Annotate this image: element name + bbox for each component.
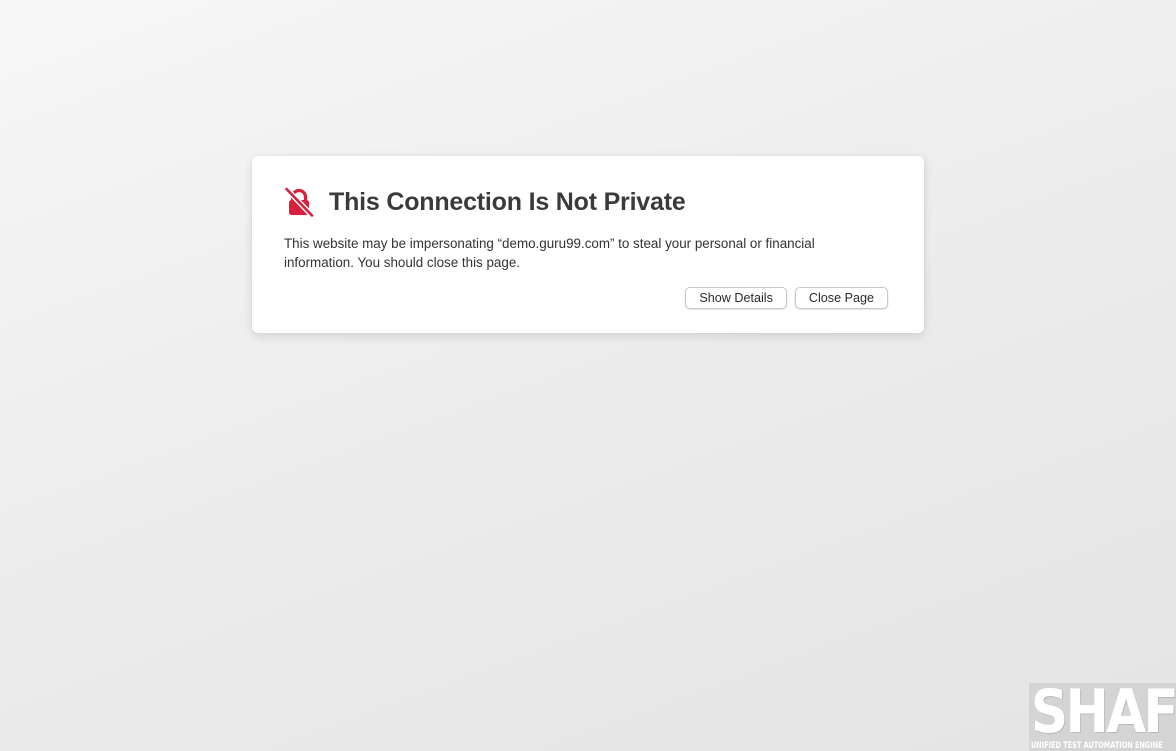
watermark-logo-text: SHAFT	[1031, 683, 1176, 747]
dialog-message: This website may be impersonating “demo.…	[284, 236, 815, 270]
dialog-title: This Connection Is Not Private	[329, 187, 686, 216]
dialog-header: This Connection Is Not Private	[283, 186, 686, 219]
show-details-button[interactable]: Show Details	[685, 287, 787, 309]
shaft-watermark-logo: SHAFT UNIFIED TEST AUTOMATION ENGINE	[1029, 683, 1176, 751]
close-page-button[interactable]: Close Page	[794, 287, 888, 309]
lock-slash-icon	[283, 186, 315, 219]
connection-warning-dialog: This Connection Is Not Private This webs…	[252, 156, 924, 333]
watermark-tagline: UNIFIED TEST AUTOMATION ENGINE	[1031, 740, 1163, 750]
dialog-buttons: Show Details Close Page	[685, 287, 888, 309]
